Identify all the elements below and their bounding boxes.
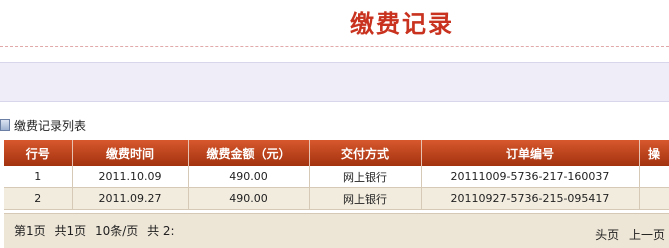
table-row[interactable]: 2 2011.09.27 490.00 网上银行 20110927-5736-2… <box>4 187 669 210</box>
table-icon <box>0 119 10 131</box>
cell-payment-time: 2011.09.27 <box>72 187 189 210</box>
column-header-payment-time[interactable]: 缴费时间 <box>72 140 189 166</box>
page-header: 缴费记录 <box>0 0 669 47</box>
pager-nav: 头页 上一页 <box>589 226 665 243</box>
column-header-actions[interactable]: 操 <box>639 140 669 166</box>
column-header-amount[interactable]: 缴费金额（元） <box>188 140 310 166</box>
column-header-row-number[interactable]: 行号 <box>4 140 73 166</box>
column-header-payment-method[interactable]: 交付方式 <box>309 140 422 166</box>
cell-payment-method: 网上银行 <box>309 166 422 188</box>
cell-amount: 490.00 <box>188 166 310 188</box>
per-page: 10条/页 <box>94 224 139 238</box>
column-header-order-number[interactable]: 订单编号 <box>421 140 640 166</box>
total-records: 共 2: <box>147 224 175 238</box>
filter-band <box>0 62 669 102</box>
cell-order-number: 20110927-5736-215-095417 <box>421 187 640 210</box>
table-row[interactable]: 1 2011.10.09 490.00 网上银行 20111009-5736-2… <box>4 166 669 188</box>
page-title: 缴费记录 <box>350 10 454 38</box>
pager-bar: 第1页 共1页 10条/页 共 2: 头页 上一页 <box>4 213 669 248</box>
cell-actions <box>639 187 669 210</box>
prev-page-link[interactable]: 上一页 <box>629 228 665 242</box>
first-page-link[interactable]: 头页 <box>595 228 619 242</box>
table-header-row: 行号 缴费时间 缴费金额（元） 交付方式 订单编号 操 <box>4 140 669 166</box>
total-pages: 共1页 <box>54 224 87 238</box>
cell-actions <box>639 166 669 188</box>
list-caption-text: 缴费记录列表 <box>14 118 87 133</box>
current-page: 第1页 <box>14 224 46 238</box>
cell-row-number: 2 <box>4 187 73 210</box>
cell-amount: 490.00 <box>188 187 310 210</box>
cell-row-number: 1 <box>4 166 73 188</box>
list-caption: 缴费记录列表 <box>0 117 86 133</box>
cell-payment-method: 网上银行 <box>309 187 422 210</box>
pager-info: 第1页 共1页 10条/页 共 2: <box>14 222 180 239</box>
cell-order-number: 20111009-5736-217-160037 <box>421 166 640 188</box>
cell-payment-time: 2011.10.09 <box>72 166 189 188</box>
payment-table: 行号 缴费时间 缴费金额（元） 交付方式 订单编号 操 1 2011.10.09… <box>4 140 669 210</box>
